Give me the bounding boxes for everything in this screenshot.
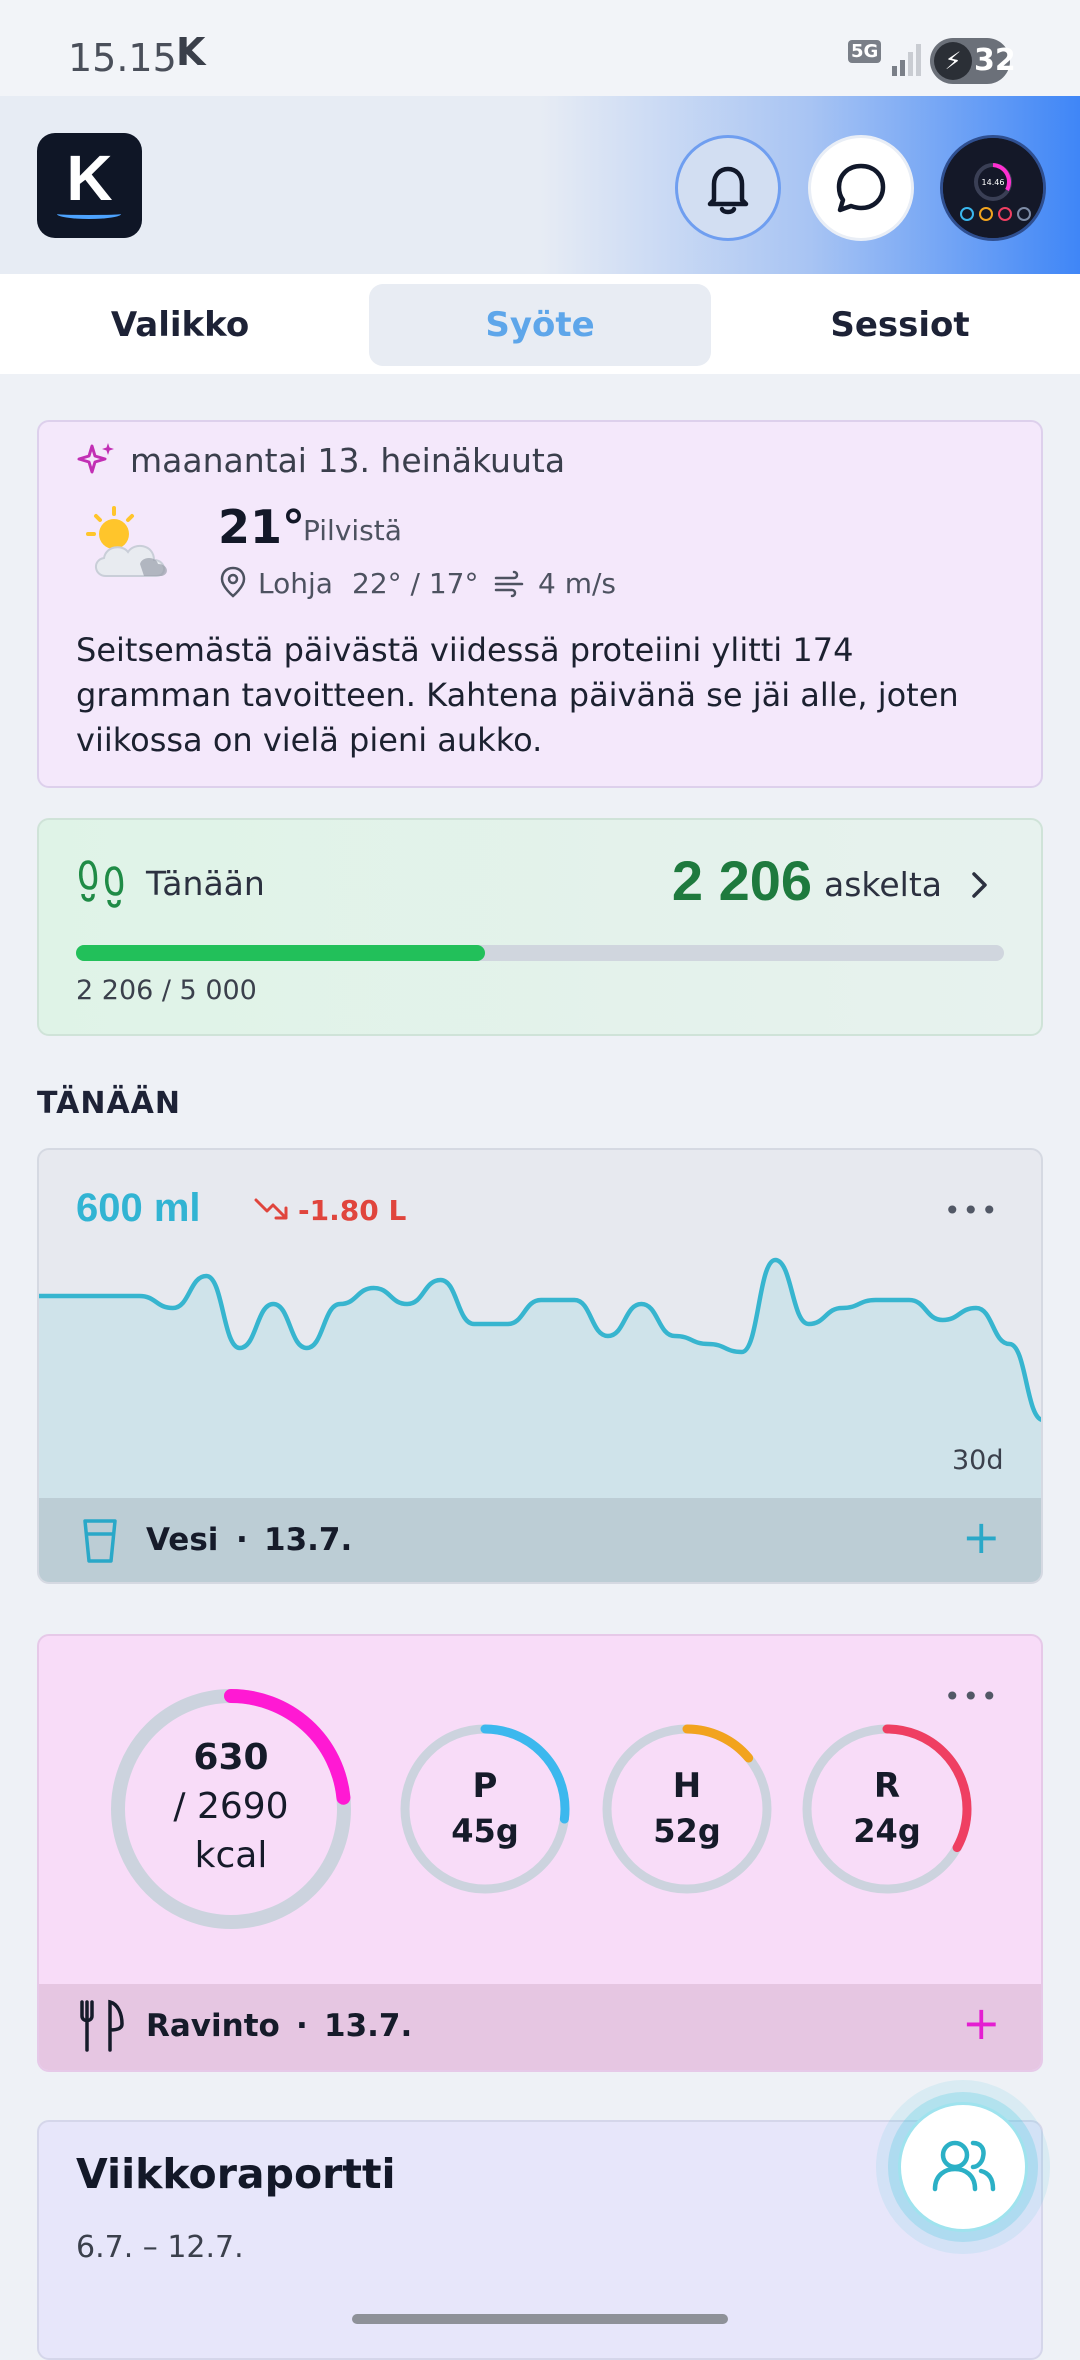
wind-speed: 4 m/s (538, 567, 617, 600)
steps-progress-fill (76, 945, 486, 961)
temperature: 21° (218, 500, 306, 554)
network-type-badge: 5G (848, 40, 882, 63)
profile-avatar[interactable]: 14.46 (940, 135, 1046, 241)
insight-line-2: gramman tavoitteen. Kahtena päivänä se j… (76, 676, 959, 714)
logo-swoosh (57, 209, 121, 219)
macro-letter-r: R (873, 1766, 901, 1806)
footprints-icon (79, 860, 124, 908)
steps-progress-text: 2 206 / 5 000 (76, 975, 257, 1006)
chat-bubble-icon (836, 163, 886, 213)
tab-bar: Valikko Syöte Sessiot (0, 274, 1080, 374)
glass-icon (83, 1519, 117, 1563)
macro-value-h: 52g (653, 1812, 721, 1850)
tab-sessiot[interactable]: Sessiot (740, 284, 1060, 366)
battery-indicator: ⚡ 32 (930, 38, 1016, 84)
section-title-today: TÄNÄÄN (37, 1086, 182, 1121)
steps-count: 2 206 (671, 849, 812, 912)
tab-valikko[interactable]: Valikko (20, 284, 340, 366)
nutrition-add-button[interactable]: + (962, 1996, 1001, 2050)
calories-consumed: 630 (193, 1737, 269, 1778)
water-delta: -1.80 L (298, 1194, 407, 1227)
nutrition-footer-label: Ravinto (146, 2008, 280, 2044)
macro-ring-p (400, 1724, 570, 1894)
macro-letter-p: P (472, 1766, 498, 1806)
signal-icon (892, 44, 921, 76)
sparkles-icon (77, 443, 114, 474)
nutrition-more-button[interactable]: ••• (944, 1680, 1000, 1713)
community-fab[interactable] (898, 2102, 1028, 2232)
fork-knife-icon (80, 1999, 124, 2052)
water-footer-separator: · (236, 1522, 248, 1558)
app-header (0, 96, 1080, 274)
macro-ring-r (802, 1724, 972, 1894)
chat-button[interactable] (808, 135, 914, 241)
insight-line-1: Seitsemästä päivästä viidessä proteiini … (76, 631, 854, 669)
calories-unit: kcal (194, 1835, 268, 1876)
high-low-temperature: 22° / 17° (352, 567, 479, 600)
water-range-label: 30d (952, 1445, 1004, 1476)
water-amount: 600 ml (76, 1186, 201, 1230)
location-name: Lohja (258, 567, 333, 600)
calories-goal: / 2690 (173, 1786, 289, 1827)
water-footer-label: Vesi (146, 1522, 219, 1558)
app-logo[interactable]: K (37, 133, 142, 238)
macro-value-p: 45g (451, 1812, 519, 1850)
date-label: maanantai 13. heinäkuuta (130, 441, 566, 480)
steps-progress-track (76, 945, 1004, 961)
home-indicator[interactable] (352, 2314, 728, 2324)
avatar-time: 14.46 (982, 178, 1005, 187)
partly-cloudy-icon (86, 506, 167, 577)
avatar-thumbnail: 14.46 (943, 138, 1043, 238)
insight-line-3: viikossa on vielä pieni aukko. (76, 721, 543, 759)
water-add-button[interactable]: + (962, 1510, 1001, 1564)
chevron-right-icon[interactable] (966, 868, 994, 902)
macro-letter-h: H (672, 1766, 702, 1806)
users-icon (932, 2140, 996, 2192)
trend-down-icon (254, 1198, 288, 1220)
water-more-button[interactable]: ••• (944, 1194, 1000, 1227)
tab-syote[interactable]: Syöte (369, 284, 711, 366)
notifications-button[interactable] (675, 135, 781, 241)
macro-value-r: 24g (853, 1812, 921, 1850)
weekly-report-range: 6.7. – 12.7. (76, 2230, 244, 2265)
nutrition-footer-date: 13.7. (324, 2008, 413, 2044)
battery-level: 32 (974, 43, 1016, 78)
status-time: 15.15 (68, 36, 177, 80)
bell-icon (707, 166, 749, 215)
location-pin-icon (220, 566, 246, 598)
nutrition-footer-separator: · (296, 2008, 308, 2044)
water-footer-date: 13.7. (264, 1522, 353, 1558)
charging-icon: ⚡ (934, 42, 972, 80)
macro-ring-h (602, 1724, 772, 1894)
weekly-report-title: Viikkoraportti (76, 2150, 396, 2198)
steps-unit: askelta (824, 865, 942, 904)
steps-label: Tänään (146, 864, 265, 903)
status-app-icon: K (176, 30, 206, 74)
wind-icon (494, 570, 524, 598)
logo-letter: K (66, 142, 113, 214)
weather-condition: Pilvistä (303, 514, 402, 547)
